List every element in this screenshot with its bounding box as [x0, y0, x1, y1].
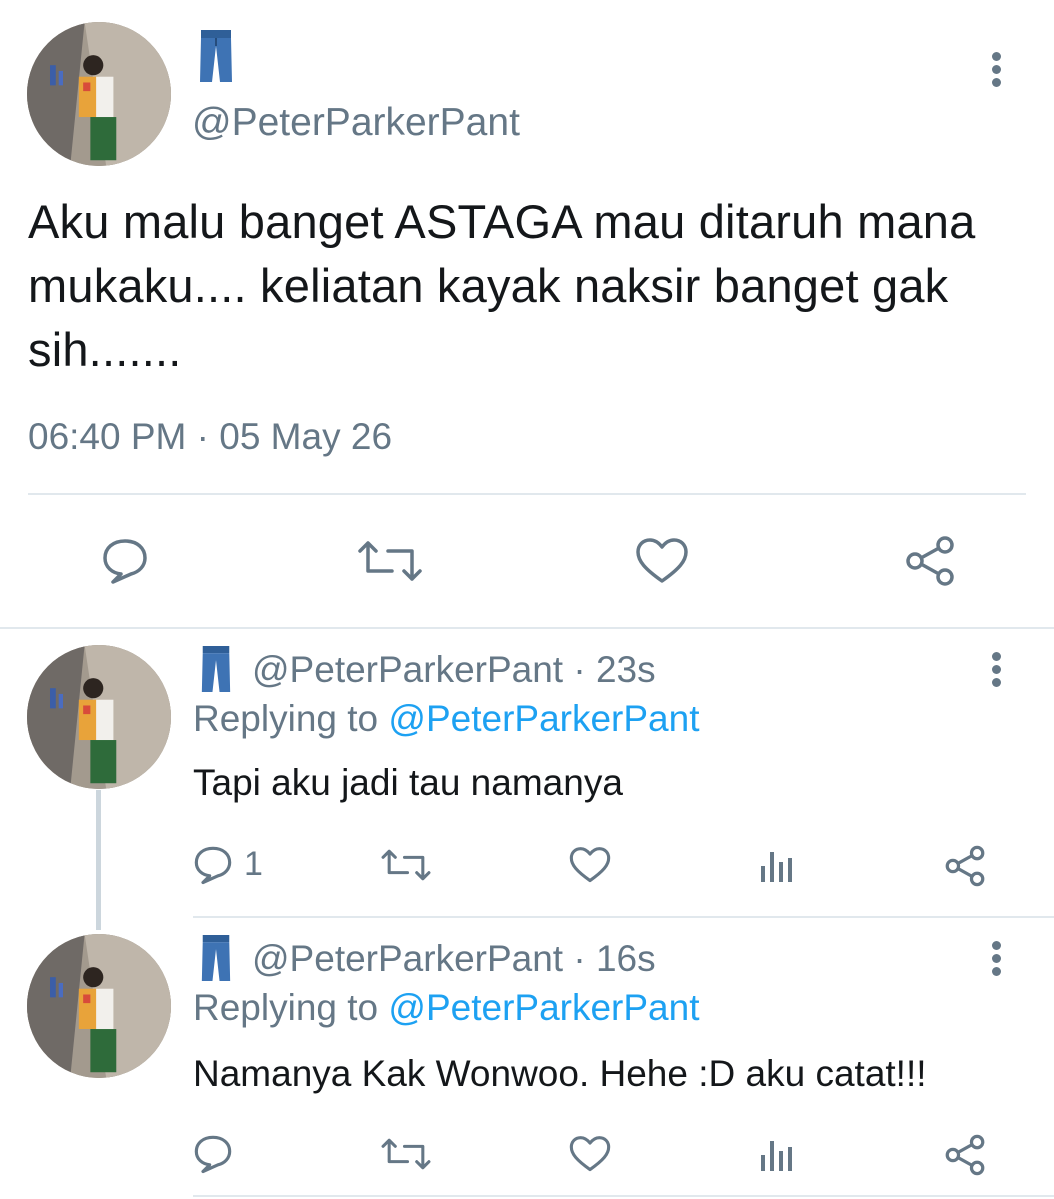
- replying-to: Replying to @PeterParkerPant: [193, 698, 699, 740]
- retweet-icon[interactable]: [380, 1135, 432, 1173]
- reply-handle-time[interactable]: @PeterParkerPant · 16s: [252, 938, 656, 980]
- tweet-text: Aku malu banget ASTAGA mau ditaruh mana …: [28, 195, 976, 376]
- reply-icon[interactable]: [193, 1134, 233, 1174]
- divider: [0, 627, 1054, 629]
- divider: [193, 916, 1054, 918]
- share-icon[interactable]: [904, 535, 956, 587]
- jeans-emoji-icon: [200, 646, 232, 692]
- replying-to-link[interactable]: @PeterParkerPant: [388, 698, 699, 739]
- author-handle[interactable]: @PeterParkerPant: [192, 101, 520, 145]
- replying-to: Replying to @PeterParkerPant: [193, 987, 699, 1029]
- more-options-icon[interactable]: [986, 941, 1006, 981]
- divider: [28, 493, 1026, 495]
- jeans-emoji-icon: [200, 935, 232, 981]
- reply-icon[interactable]: [101, 537, 149, 585]
- retweet-icon[interactable]: [380, 846, 432, 884]
- reply-icon[interactable]: [193, 845, 233, 885]
- like-icon[interactable]: [569, 846, 611, 884]
- more-options-icon[interactable]: [986, 652, 1006, 692]
- avatar[interactable]: [27, 645, 171, 789]
- reply-count: 1: [244, 845, 263, 883]
- thread-connector: [96, 790, 101, 930]
- reply-handle-time[interactable]: @PeterParkerPant · 23s: [252, 649, 656, 691]
- retweet-icon[interactable]: [356, 537, 424, 585]
- replying-to-link[interactable]: @PeterParkerPant: [388, 987, 699, 1028]
- analytics-icon[interactable]: [760, 848, 794, 884]
- reply-text: Namanya Kak Wonwoo. Hehe :D aku catat!!!: [193, 1053, 927, 1094]
- reply-text: Tapi aku jadi tau namanya: [193, 762, 623, 803]
- tweet-timestamp: 06:40 PM · 05 May 26: [28, 416, 393, 457]
- more-options-icon[interactable]: [986, 52, 1006, 92]
- avatar[interactable]: [27, 934, 171, 1078]
- share-icon[interactable]: [944, 845, 986, 887]
- divider: [193, 1195, 1054, 1197]
- jeans-emoji-icon: [198, 30, 234, 82]
- like-icon[interactable]: [569, 1135, 611, 1173]
- replying-to-label: Replying to: [193, 987, 389, 1028]
- replying-to-label: Replying to: [193, 698, 389, 739]
- like-icon[interactable]: [635, 537, 689, 585]
- share-icon[interactable]: [944, 1134, 986, 1176]
- avatar[interactable]: [27, 22, 171, 166]
- analytics-icon[interactable]: [760, 1137, 794, 1173]
